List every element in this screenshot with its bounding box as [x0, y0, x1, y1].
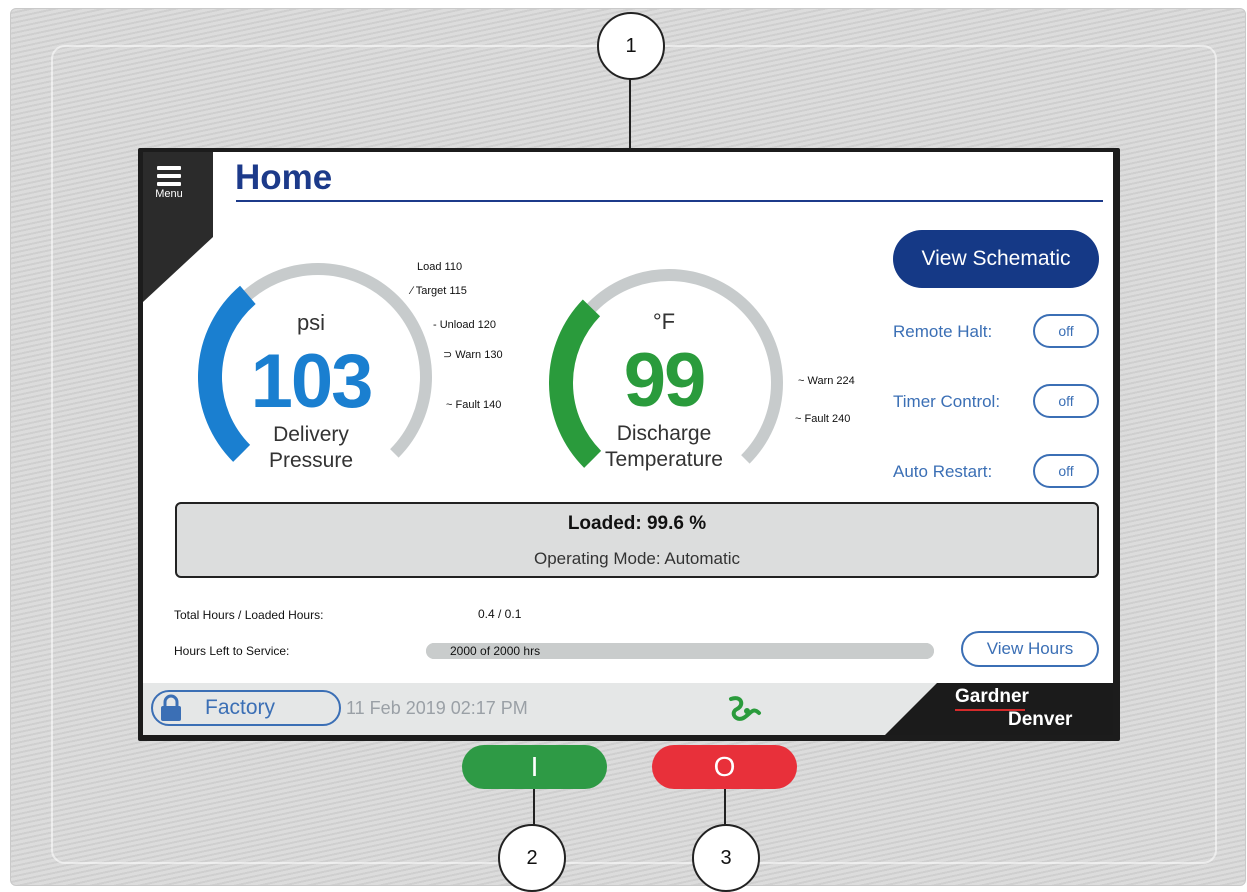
auto-restart-label: Auto Restart:	[893, 462, 993, 481]
access-level-button[interactable]: Factory	[151, 690, 341, 726]
view-schematic-button[interactable]: View Schematic	[893, 230, 1099, 288]
compressor-running-icon	[729, 696, 761, 721]
stop-button[interactable]: O	[652, 745, 797, 789]
menu-label: Menu	[155, 188, 183, 200]
start-symbol: I	[530, 751, 539, 782]
callout-2-leader	[533, 789, 535, 827]
loaded-status: Loaded: 99.6 %	[567, 513, 707, 534]
temperature-label-1: Discharge	[616, 422, 712, 445]
callout-3-leader	[724, 789, 726, 827]
timer-control-toggle[interactable]: off	[1033, 384, 1099, 418]
pressure-marker-unload: - Unload 120	[433, 319, 497, 331]
view-hours-button[interactable]: View Hours	[961, 631, 1099, 667]
screen-display: Menu Home psi 103 Delivery Pressure Load…	[143, 152, 1113, 735]
menu-button[interactable]: Menu	[149, 162, 189, 212]
temperature-label-2: Temperature	[605, 448, 723, 471]
callout-1-leader	[629, 78, 631, 150]
brand-line-2: Denver	[1008, 709, 1073, 730]
title-divider	[236, 200, 1103, 202]
access-level-label: Factory	[205, 696, 276, 719]
start-button[interactable]: I	[462, 745, 607, 789]
remote-halt-label: Remote Halt:	[893, 322, 993, 341]
brand-logo: Gardner Denver	[955, 687, 1072, 729]
remote-halt-toggle[interactable]: off	[1033, 314, 1099, 348]
pressure-marker-warn: ⊃ Warn 130	[443, 349, 503, 361]
pressure-marker-target: ∕ Target 115	[411, 285, 467, 297]
hamburger-icon	[149, 166, 189, 186]
temperature-marker-fault: ~ Fault 240	[795, 413, 851, 425]
brand-underline	[955, 709, 1025, 711]
pressure-value: 103	[250, 339, 374, 424]
status-panel: Loaded: 99.6 % Operating Mode: Automatic	[175, 502, 1099, 578]
pressure-marker-fault: ~ Fault 140	[446, 399, 502, 411]
callout-3: 3	[692, 824, 760, 892]
temperature-marker-warn: ~ Warn 224	[798, 375, 855, 387]
service-hours-value: 2000 of 2000 hrs	[450, 644, 541, 658]
date-time: 11 Feb 2019 02:17 PM	[346, 698, 528, 718]
footer-bar: Factory 11 Feb 2019 02:17 PM Gardner Den…	[143, 683, 1113, 735]
pressure-label-1: Delivery	[273, 423, 349, 446]
callout-2: 2	[498, 824, 566, 892]
service-hours-bar: 2000 of 2000 hrs	[426, 643, 934, 659]
brand-line-1: Gardner	[955, 686, 1029, 707]
pressure-unit: psi	[296, 310, 326, 335]
auto-restart-toggle[interactable]: off	[1033, 454, 1099, 488]
total-hours-value: 0.4 / 0.1	[478, 607, 522, 621]
pressure-label-2: Pressure	[268, 449, 354, 472]
temperature-unit: °F	[652, 309, 676, 334]
pressure-marker-load: Load 110	[417, 261, 463, 273]
timer-control-label: Timer Control:	[893, 392, 1001, 411]
operating-mode: Operating Mode: Automatic	[533, 549, 740, 568]
stop-symbol: O	[713, 751, 736, 782]
lock-icon	[161, 694, 181, 721]
touchscreen: Menu Home psi 103 Delivery Pressure Load…	[138, 148, 1120, 741]
page-title: Home	[235, 158, 333, 197]
total-hours-label: Total Hours / Loaded Hours:	[174, 608, 324, 622]
temperature-value: 99	[623, 338, 707, 423]
service-hours-label: Hours Left to Service:	[174, 644, 290, 658]
callout-1: 1	[597, 12, 665, 80]
